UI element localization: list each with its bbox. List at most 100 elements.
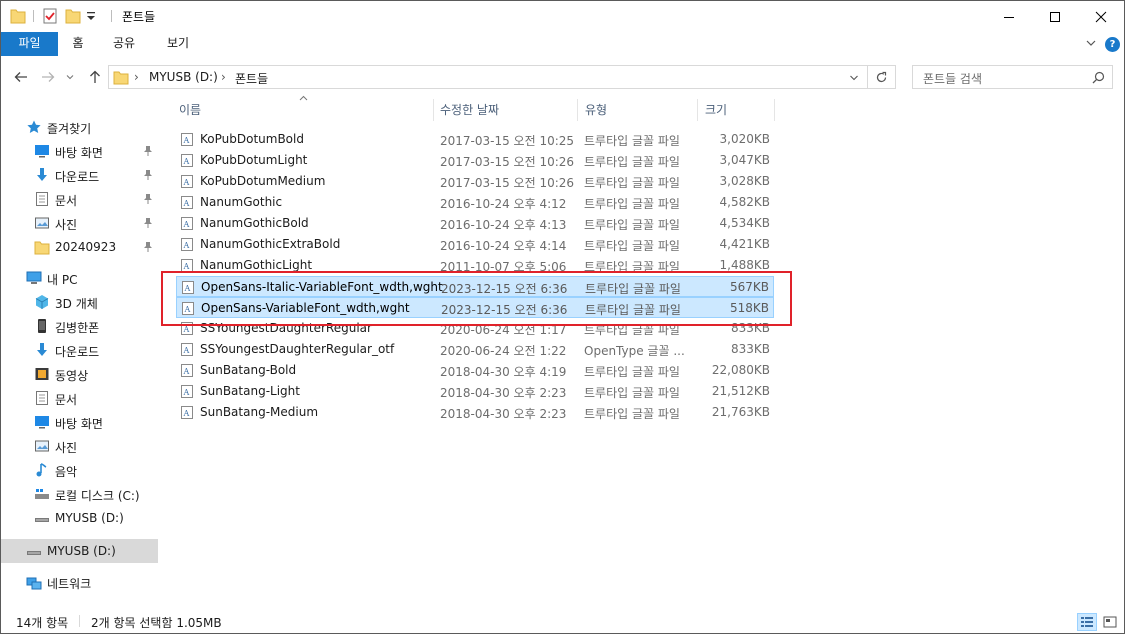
file-date: 2017-03-15 오전 10:25 [440,134,575,148]
search-icon [1092,71,1105,87]
pin-icon[interactable] [143,145,153,157]
maximize-icon [1050,11,1060,22]
expand-ribbon-icon[interactable] [1085,37,1097,52]
pin-icon[interactable] [143,169,153,181]
svg-text:A: A [183,220,190,229]
tab-view[interactable]: 보기 [157,32,199,56]
breadcrumb-drive[interactable]: MYUSB (D:) [149,70,218,84]
tab-share[interactable]: 공유 [104,32,144,56]
file-name: SunBatang-Bold [200,363,297,377]
sidebar-item-quick-folder-4[interactable]: 20240923 [1,235,158,259]
sidebar-item-pc-music-7[interactable]: 음악 [1,458,158,482]
sidebar-item-this-pc[interactable]: 내 PC [1,266,158,290]
file-type: 트루타입 글꼴 파일 [584,407,680,421]
file-type: 트루타입 글꼴 파일 [584,386,680,400]
properties-icon[interactable] [42,7,58,25]
sidebar-item-pc-usb-drive-9[interactable]: MYUSB (D:) [1,506,158,530]
sidebar-item-label: 3D 개체 [55,297,98,311]
file-row[interactable]: A SunBatang-Bold 2018-04-30 오후 4:19 트루타입 글꼴… [176,360,774,381]
sidebar-item-pc-local-disk-8[interactable]: 로컬 디스크 (C:) [1,482,158,506]
maximize-button[interactable] [1032,1,1078,32]
file-row[interactable]: A SunBatang-Medium 2018-04-30 오후 2:23 트루타입 … [176,402,774,423]
sidebar-item-label: 네트워크 [47,577,92,591]
help-button[interactable]: ? [1105,37,1120,52]
desktop-icon [34,143,50,159]
sidebar-item-quick-download-1[interactable]: 다운로드 [1,163,158,187]
column-header-size[interactable]: 크기 [705,97,775,123]
column-header-name[interactable]: 이름 [179,97,431,123]
sidebar-item-label: 즐겨찾기 [47,122,92,136]
file-row[interactable]: A KoPubDotumMedium 2017-03-15 오전 10:26 트루타입… [176,171,774,192]
sidebar-item-quick-access[interactable]: 즐겨찾기 [1,115,158,139]
address-bar[interactable]: › MYUSB (D:) › 폰트들 [108,65,868,89]
search-box[interactable]: 폰트들 검색 [912,65,1113,89]
local-disk-icon [34,486,50,502]
refresh-button[interactable] [868,65,896,89]
file-row[interactable]: A SunBatang-Light 2018-04-30 오후 2:23 트루타입 글… [176,381,774,402]
tab-file[interactable]: 파일 [1,32,58,56]
network-icon [26,574,42,590]
font-file-icon: A [180,153,194,168]
svg-text:A: A [183,409,190,418]
column-header-type[interactable]: 유형 [585,97,695,123]
tab-home[interactable]: 홈 [63,32,93,56]
sidebar-item-drive-selected[interactable]: MYUSB (D:) [1,539,158,563]
status-bar: 14개 항목 2개 항목 선택함 1.05MB [1,607,1124,633]
font-file-icon: A [180,195,194,210]
file-name: NanumGothicLight [200,258,313,272]
file-type: 트루타입 글꼴 파일 [584,134,680,148]
font-file-icon: A [180,174,194,189]
search-input[interactable]: 폰트들 검색 [923,70,982,87]
pin-icon[interactable] [143,241,153,253]
sidebar-item-label: 로컬 디스크 (C:) [55,489,140,503]
file-type: 트루타입 글꼴 파일 [584,155,680,169]
pictures-icon [34,215,50,231]
sidebar-item-label: 내 PC [47,273,78,287]
close-icon [1095,11,1107,22]
minimize-button[interactable] [986,1,1032,32]
file-row[interactable]: A SSYoungestDaughterRegular_otf 2020-06-24… [176,339,774,360]
sidebar-item-label: 사진 [55,218,78,232]
pin-icon[interactable] [143,217,153,229]
font-file-icon: A [180,384,194,399]
recent-locations-button[interactable] [64,68,76,86]
sidebar-item-pc-document-4[interactable]: 문서 [1,386,158,410]
svg-text:A: A [183,388,190,397]
sidebar-item-pc-pictures-6[interactable]: 사진 [1,434,158,458]
quick-access-dropdown-icon[interactable] [86,9,96,27]
pin-icon[interactable] [143,193,153,205]
back-button[interactable] [12,68,30,86]
sidebar-item-quick-pictures-3[interactable]: 사진 [1,211,158,235]
font-file-icon: A [180,216,194,231]
sidebar-item-label: MYUSB (D:) [47,544,116,558]
large-icons-view-button[interactable] [1100,613,1120,631]
sidebar-item-pc-desktop-5[interactable]: 바탕 화면 [1,410,158,434]
address-dropdown-icon[interactable] [849,72,859,86]
sidebar-item-network[interactable]: 네트워크 [1,570,158,594]
file-type: 트루타입 글꼴 파일 [584,218,680,232]
file-date: 2016-10-24 오후 4:12 [440,197,567,211]
sidebar-item-pc-download-2[interactable]: 다운로드 [1,338,158,362]
file-row[interactable]: A NanumGothic 2016-10-24 오후 4:12 트루타입 글꼴 파일… [176,192,774,213]
sidebar-item-quick-desktop-0[interactable]: 바탕 화면 [1,139,158,163]
file-row[interactable]: A NanumGothicBold 2016-10-24 오후 4:13 트루타입 글… [176,213,774,234]
file-row[interactable]: A KoPubDotumBold 2017-03-15 오전 10:25 트루타입 글… [176,129,774,150]
file-size: 4,582KB [719,195,770,209]
ribbon-tabs: 파일 홈 공유 보기 ? [1,32,1124,56]
breadcrumb-folder[interactable]: 폰트들 [235,70,268,87]
sidebar-item-quick-document-2[interactable]: 문서 [1,187,158,211]
new-folder-icon[interactable] [65,7,81,25]
sidebar-item-pc-video-3[interactable]: 동영상 [1,362,158,386]
forward-button[interactable] [39,68,57,86]
up-button[interactable] [86,68,104,86]
file-row[interactable]: A KoPubDotumLight 2017-03-15 오전 10:26 트루타입 … [176,150,774,171]
file-row[interactable]: A NanumGothicExtraBold 2016-10-24 오후 4:14 트… [176,234,774,255]
details-view-button[interactable] [1077,613,1097,631]
column-header-date[interactable]: 수정한 날짜 [440,97,576,123]
close-button[interactable] [1078,1,1124,32]
sidebar-item-pc-3d-objects-0[interactable]: 3D 개체 [1,290,158,314]
sidebar-item-pc-phone-1[interactable]: 김병한폰 [1,314,158,338]
folder-icon[interactable] [10,7,26,25]
sidebar-item-label: 20240923 [55,240,117,254]
navigation-bar: › MYUSB (D:) › 폰트들 폰트들 검색 [1,56,1124,97]
